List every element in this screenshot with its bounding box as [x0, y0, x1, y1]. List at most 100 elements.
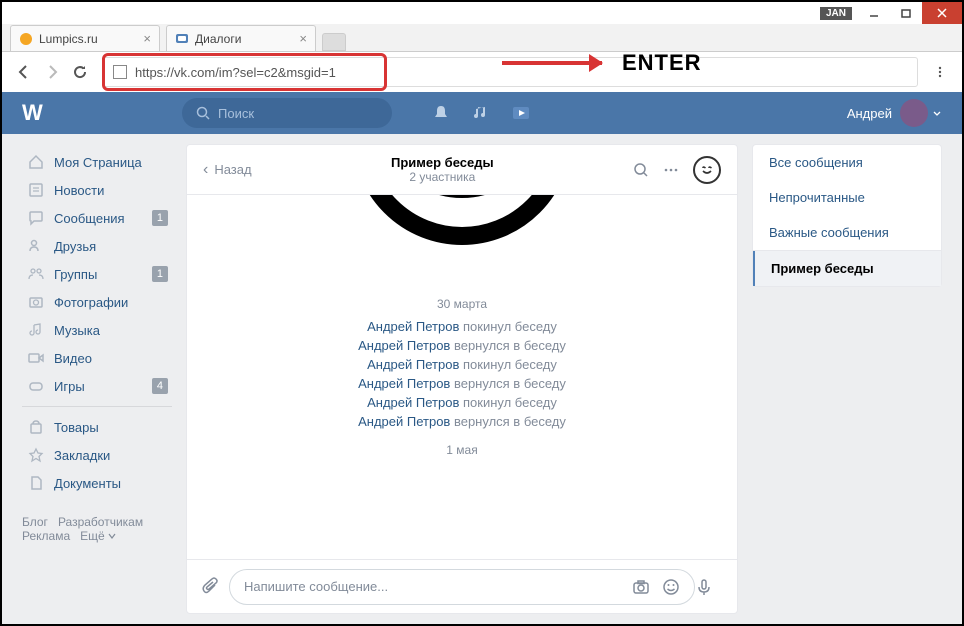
chat-avatar[interactable]	[693, 156, 721, 184]
sidebar-item-friends[interactable]: Друзья	[22, 232, 172, 260]
document-icon	[26, 473, 46, 493]
system-message: Андрей Петров покинул беседу	[207, 357, 717, 372]
chat-search-icon[interactable]	[633, 162, 649, 178]
footer-ads-link[interactable]: Реклама	[22, 529, 70, 543]
vk-logo[interactable]: W	[22, 102, 82, 124]
groups-icon	[26, 264, 46, 284]
tab-close-icon[interactable]: ×	[143, 31, 151, 46]
window-titlebar: JAN	[2, 2, 962, 24]
sidebar-label: Документы	[54, 476, 121, 491]
star-icon	[26, 445, 46, 465]
browser-tab-1[interactable]: Lumpics.ru ×	[10, 25, 160, 51]
message-icon	[26, 208, 46, 228]
search-placeholder: Поиск	[218, 106, 254, 121]
arrow-icon	[502, 61, 602, 65]
sidebar-label: Музыка	[54, 323, 100, 338]
favicon-lumpics-icon	[19, 32, 33, 46]
date-label: 30 марта	[207, 297, 717, 311]
sidebar-item-groups[interactable]: Группы 1	[22, 260, 172, 288]
filter-all[interactable]: Все сообщения	[753, 145, 941, 180]
favicon-vk-msg-icon	[175, 32, 189, 46]
filter-important[interactable]: Важные сообщения	[753, 215, 941, 250]
system-message: Андрей Петров покинул беседу	[207, 395, 717, 410]
sidebar-label: Друзья	[54, 239, 96, 254]
sidebar-item-music[interactable]: Музыка	[22, 316, 172, 344]
message-placeholder: Напишите сообщение...	[244, 579, 388, 594]
sidebar-label: Закладки	[54, 448, 110, 463]
message-input[interactable]: Напишите сообщение...	[229, 569, 695, 605]
sidebar-label: Фотографии	[54, 295, 128, 310]
sidebar-item-video[interactable]: Видео	[22, 344, 172, 372]
sidebar-label: Игры	[54, 379, 85, 394]
sidebar-item-bookmarks[interactable]: Закладки	[22, 441, 172, 469]
sidebar-label: Сообщения	[54, 211, 125, 226]
badge: 4	[152, 378, 168, 394]
reload-button[interactable]	[66, 58, 94, 86]
sidebar-item-market[interactable]: Товары	[22, 413, 172, 441]
footer-blog-link[interactable]: Блог	[22, 515, 48, 529]
sidebar-label: Группы	[54, 267, 97, 282]
tab-close-icon[interactable]: ×	[299, 31, 307, 46]
sidebar: Моя Страница Новости Сообщения 1 Друзья Г…	[22, 144, 172, 614]
search-input[interactable]: Поиск	[182, 98, 392, 128]
browser-toolbar: https://vk.com/im?sel=c2&msgid=1 ENTER	[2, 52, 962, 92]
footer-dev-link[interactable]: Разработчикам	[58, 515, 143, 529]
video-play-icon[interactable]	[512, 104, 530, 122]
market-icon	[26, 417, 46, 437]
new-tab-button[interactable]	[322, 33, 346, 51]
photo-icon[interactable]	[632, 578, 650, 596]
attach-icon[interactable]	[201, 577, 229, 597]
annotation-text: ENTER	[622, 50, 702, 76]
sidebar-item-news[interactable]: Новости	[22, 176, 172, 204]
chat-more-icon[interactable]	[663, 162, 679, 178]
minimize-button[interactable]	[858, 2, 890, 24]
voice-button[interactable]	[695, 578, 723, 596]
sidebar-item-games[interactable]: Игры 4	[22, 372, 172, 400]
site-info-icon[interactable]	[113, 65, 127, 79]
system-message: Андрей Петров вернулся в беседу	[207, 376, 717, 391]
camera-icon	[26, 292, 46, 312]
filter-active-chat[interactable]: Пример беседы	[753, 251, 941, 286]
video-icon	[26, 348, 46, 368]
badge: 1	[152, 266, 168, 282]
user-name: Андрей	[847, 106, 892, 121]
vk-header: W Поиск Андрей	[2, 92, 962, 134]
music-icon[interactable]	[472, 104, 490, 122]
chat-title: Пример беседы	[252, 155, 633, 170]
browser-menu-button[interactable]	[926, 58, 954, 86]
footer-more-link[interactable]: Ещё	[80, 529, 116, 543]
tab-title: Lumpics.ru	[39, 32, 98, 46]
gamepad-icon	[26, 376, 46, 396]
filter-panel: Все сообщения Непрочитанные Важные сообщ…	[752, 144, 942, 287]
sidebar-label: Товары	[54, 420, 99, 435]
badge: 1	[152, 210, 168, 226]
feed-icon	[26, 180, 46, 200]
jan-badge: JAN	[820, 7, 852, 20]
maximize-button[interactable]	[890, 2, 922, 24]
url-text: https://vk.com/im?sel=c2&msgid=1	[135, 65, 336, 80]
browser-tab-2[interactable]: Диалоги ×	[166, 25, 316, 51]
emoji-icon[interactable]	[662, 578, 680, 596]
sidebar-item-documents[interactable]: Документы	[22, 469, 172, 497]
close-button[interactable]	[922, 2, 962, 24]
back-label: Назад	[214, 162, 251, 177]
notifications-icon[interactable]	[432, 104, 450, 122]
sidebar-item-messages[interactable]: Сообщения 1	[22, 204, 172, 232]
sidebar-item-photos[interactable]: Фотографии	[22, 288, 172, 316]
sidebar-footer: Блог Разработчикам Реклама Ещё	[22, 515, 172, 543]
system-message: Андрей Петров вернулся в беседу	[207, 414, 717, 429]
chat-subtitle: 2 участника	[252, 170, 633, 184]
user-menu[interactable]: Андрей	[847, 99, 942, 127]
divider	[22, 406, 172, 407]
browser-tabstrip: Lumpics.ru × Диалоги ×	[2, 24, 962, 52]
forward-button[interactable]	[38, 58, 66, 86]
sidebar-label: Новости	[54, 183, 104, 198]
vk-content: Моя Страница Новости Сообщения 1 Друзья Г…	[2, 134, 962, 624]
sidebar-item-my-page[interactable]: Моя Страница	[22, 148, 172, 176]
back-button[interactable]	[10, 58, 38, 86]
system-message: Андрей Петров вернулся в беседу	[207, 338, 717, 353]
filter-unread[interactable]: Непрочитанные	[753, 180, 941, 215]
back-link[interactable]: ‹ Назад	[203, 161, 252, 179]
user-avatar	[900, 99, 928, 127]
svg-text:W: W	[22, 102, 43, 124]
